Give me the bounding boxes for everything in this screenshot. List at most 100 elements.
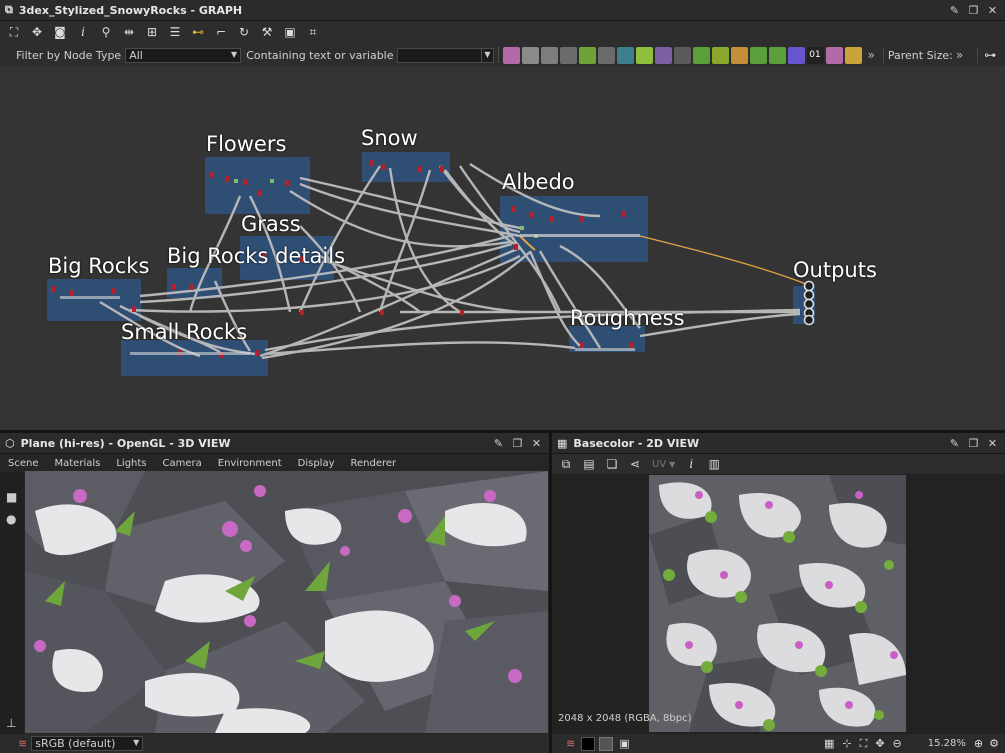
uv-toggle[interactable]: UV: [652, 459, 666, 470]
parent-size-more-button[interactable]: »: [956, 48, 963, 62]
warning-node-icon[interactable]: [844, 46, 862, 64]
frame-label-big-rocks: Big Rocks: [48, 254, 150, 278]
video-camera-icon[interactable]: ■: [6, 490, 24, 504]
checker-icon: ▦: [557, 436, 568, 450]
tiling-icon[interactable]: ⊹: [842, 737, 851, 750]
grey-swatch-icon[interactable]: [599, 736, 614, 751]
pin-icon[interactable]: ✎: [492, 437, 505, 450]
export-icon[interactable]: ▣: [280, 22, 300, 42]
info-icon[interactable]: i: [73, 22, 93, 42]
camera-icon[interactable]: ◙: [50, 22, 70, 42]
frame-label-big-rocks-details: Big Rocks details: [167, 244, 346, 268]
graph-icon: ⧉: [5, 3, 13, 16]
search-icon[interactable]: ⚲: [96, 22, 116, 42]
save-icon[interactable]: ▤: [579, 454, 599, 474]
tile-node-icon[interactable]: [673, 46, 691, 64]
menu-camera[interactable]: Camera: [155, 458, 210, 469]
basecolor-texture[interactable]: [649, 475, 906, 732]
noise-node-icon[interactable]: 01: [806, 46, 824, 64]
maximize-icon[interactable]: ❐: [967, 4, 980, 17]
uv-dropdown-icon[interactable]: ▼: [669, 460, 675, 469]
transform-node-icon[interactable]: [559, 46, 577, 64]
node-type-chips: 01: [502, 46, 864, 64]
refresh-icon[interactable]: ↻: [234, 22, 254, 42]
graph-canvas[interactable]: Flowers Snow Albedo Grass Big Rocks Big …: [0, 66, 1005, 430]
uniform-node-icon[interactable]: [521, 46, 539, 64]
close-icon[interactable]: ✕: [986, 437, 999, 450]
view3d-title: Plane (hi-res) - OpenGL - 3D VIEW: [20, 436, 231, 450]
grid-icon[interactable]: ⌗: [303, 22, 323, 42]
node-type-select[interactable]: All ▼: [125, 47, 242, 63]
height-node-icon[interactable]: [768, 46, 786, 64]
tools-icon[interactable]: ⚒: [257, 22, 277, 42]
zoom-level[interactable]: 15.28%: [928, 738, 966, 749]
dither-node-icon[interactable]: [825, 46, 843, 64]
center-icon[interactable]: ✥: [27, 22, 47, 42]
pin-icon[interactable]: ✎: [948, 437, 961, 450]
fit-icon[interactable]: ⧉: [556, 454, 576, 474]
levels-node-icon[interactable]: [597, 46, 615, 64]
share-icon[interactable]: ⋖: [625, 454, 645, 474]
shape-node-icon[interactable]: [654, 46, 672, 64]
gradient-node-icon[interactable]: [616, 46, 634, 64]
more-chips-button[interactable]: »: [868, 48, 875, 62]
pin-icon[interactable]: ✎: [948, 4, 961, 17]
layers-icon[interactable]: ☰: [165, 22, 185, 42]
grid-icon[interactable]: ▦: [824, 737, 834, 750]
containing-label: Containing text or variable: [246, 48, 394, 62]
menu-lights[interactable]: Lights: [108, 458, 154, 469]
settings-icon[interactable]: ⚙: [989, 737, 999, 750]
fit-view-icon[interactable]: ⛶: [860, 737, 868, 751]
branch-icon[interactable]: ⌐: [211, 22, 231, 42]
view3d-panel: ⬡ Plane (hi-res) - OpenGL - 3D VIEW ✎ ❐ …: [0, 433, 549, 753]
containing-input[interactable]: [396, 47, 481, 63]
colorspace-select[interactable]: sRGB (default) ▼: [31, 736, 144, 751]
parent-size-label: Parent Size:: [887, 48, 953, 62]
layers-stack-icon[interactable]: ≋: [566, 737, 575, 750]
ao-node-icon[interactable]: [749, 46, 767, 64]
containing-dropdown-button[interactable]: ▼: [480, 47, 494, 63]
graph-nodes: [51, 160, 815, 358]
filter-bar: Filter by Node Type All ▼ Containing text…: [0, 43, 1005, 68]
maximize-icon[interactable]: ❐: [967, 437, 980, 450]
hierarchy-icon[interactable]: ⊞: [142, 22, 162, 42]
output-node-icon[interactable]: [692, 46, 710, 64]
connection-icon[interactable]: ⊷: [188, 22, 208, 42]
info-icon[interactable]: i: [681, 454, 701, 474]
menu-materials[interactable]: Materials: [47, 458, 109, 469]
zoom-out-icon[interactable]: ⊖: [893, 737, 902, 750]
menu-environment[interactable]: Environment: [210, 458, 290, 469]
color-wheel-node-icon[interactable]: [787, 46, 805, 64]
graph-title: 3dex_Stylized_SnowyRocks - GRAPH: [18, 3, 243, 17]
view2d-panel: ▦ Basecolor - 2D VIEW ✎ ❐ ✕ ⧉ ▤ ❏ ⋖ UV ▼…: [552, 433, 1005, 753]
axis-icon[interactable]: ⊥: [6, 716, 16, 730]
view3d-viewport[interactable]: [25, 471, 548, 733]
histogram-icon[interactable]: ▥: [704, 454, 724, 474]
maximize-icon[interactable]: ❐: [511, 437, 524, 450]
close-icon[interactable]: ✕: [986, 4, 999, 17]
frame-label-albedo: Albedo: [502, 170, 575, 194]
image-node-icon[interactable]: [502, 46, 520, 64]
frame-icon[interactable]: ⛶: [4, 22, 24, 42]
normal-node-icon[interactable]: [711, 46, 729, 64]
warp-node-icon[interactable]: [635, 46, 653, 64]
black-swatch-icon[interactable]: [581, 736, 596, 751]
menu-renderer[interactable]: Renderer: [343, 458, 405, 469]
pan-icon[interactable]: ✥: [875, 737, 884, 750]
blend-node-icon[interactable]: [540, 46, 558, 64]
zoom-in-icon[interactable]: ⊕: [974, 737, 983, 750]
link-settings-icon[interactable]: ⊶: [984, 48, 996, 62]
copy-icon[interactable]: ❏: [602, 454, 622, 474]
frame-label-roughness: Roughness: [570, 306, 685, 330]
menu-scene[interactable]: Scene: [0, 458, 47, 469]
frame-label-flowers: Flowers: [206, 132, 287, 156]
image-icon[interactable]: ▣: [619, 737, 629, 750]
light-bulb-icon[interactable]: ●: [6, 512, 24, 526]
close-icon[interactable]: ✕: [530, 437, 543, 450]
frame-label-grass: Grass: [241, 212, 301, 236]
curve-node-icon[interactable]: [578, 46, 596, 64]
link-icon[interactable]: ⇹: [119, 22, 139, 42]
menu-display[interactable]: Display: [290, 458, 343, 469]
pixel-node-icon[interactable]: [730, 46, 748, 64]
layers-stack-icon[interactable]: ≋: [18, 737, 27, 750]
